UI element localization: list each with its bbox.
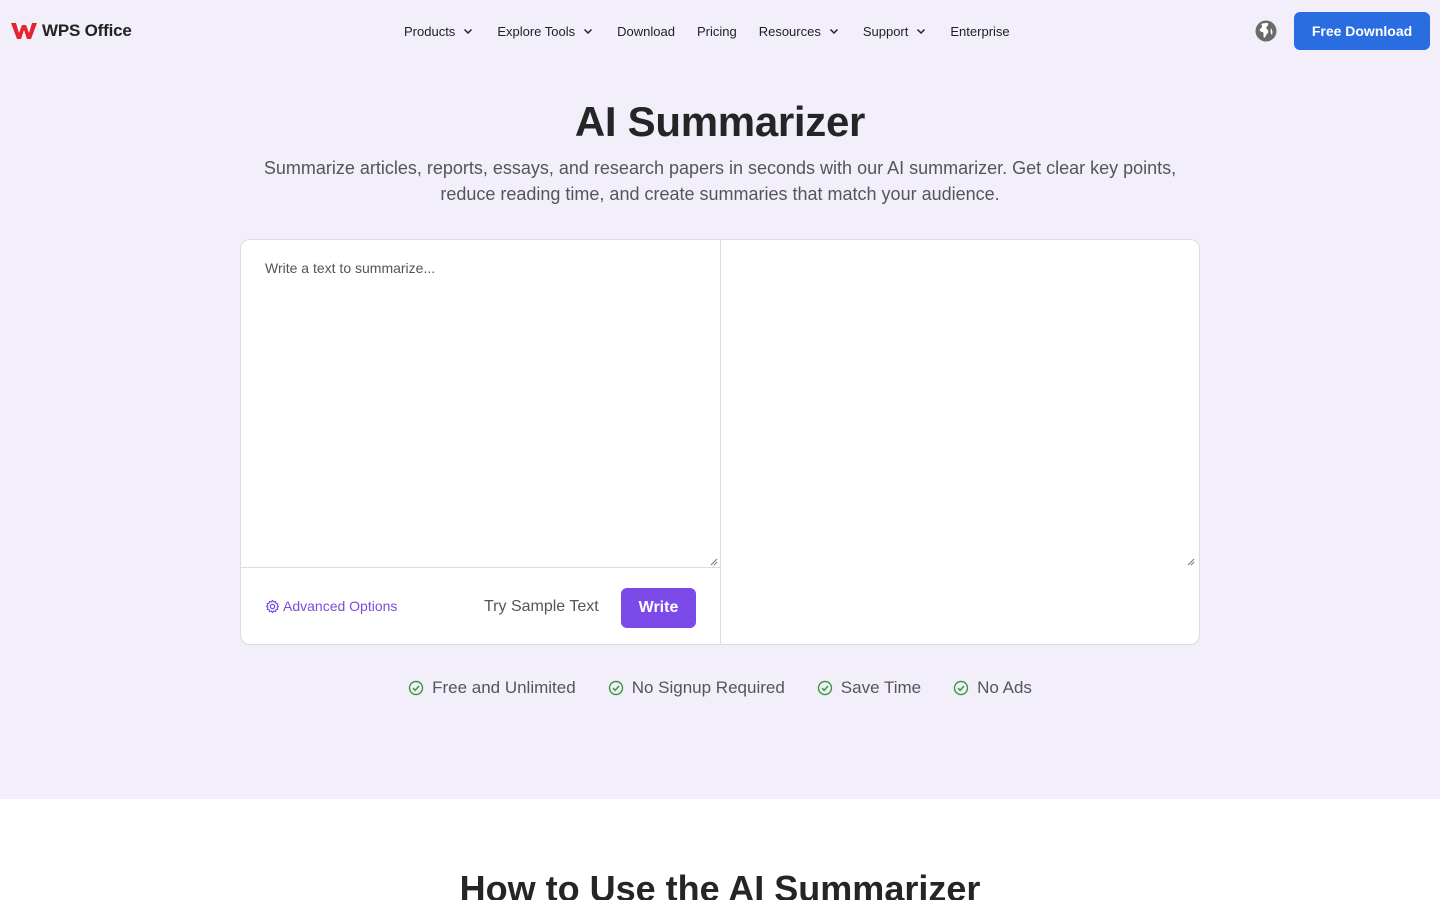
feature-label: No Signup Required xyxy=(631,678,785,697)
logo-text: WPS Office xyxy=(42,21,132,40)
advanced-options-label: Advanced Options xyxy=(283,598,398,614)
advanced-options-link[interactable]: Advanced Options xyxy=(265,598,397,614)
summary-output[interactable] xyxy=(721,240,1199,568)
feature-item: Save Time xyxy=(817,678,921,698)
feature-item: No Ads xyxy=(953,678,1032,698)
chevron-down-icon xyxy=(829,28,838,35)
feature-item: Free and Unlimited xyxy=(408,678,576,698)
nav-products[interactable]: Products xyxy=(404,24,474,39)
nav-download[interactable]: Download xyxy=(617,24,675,39)
nav-pricing[interactable]: Pricing xyxy=(697,24,737,39)
chevron-down-icon xyxy=(464,28,473,35)
nav-resources[interactable]: Resources xyxy=(759,24,840,39)
check-circle-icon xyxy=(408,680,424,696)
globe-icon[interactable] xyxy=(1254,19,1278,43)
wps-logo-icon xyxy=(11,23,37,39)
nav-label: Products xyxy=(404,23,456,39)
write-button[interactable]: Write xyxy=(621,588,696,628)
nav-enterprise[interactable]: Enterprise xyxy=(950,24,1009,39)
nav-support[interactable]: Support xyxy=(863,24,928,39)
gear-icon xyxy=(265,599,280,613)
how-to-section-title: How to Use the AI Summarizer xyxy=(459,868,981,900)
chevron-down-icon xyxy=(584,28,593,35)
main-nav: Products Explore Tools Download Pricing … xyxy=(404,20,1010,42)
check-circle-icon xyxy=(817,680,832,696)
feature-item: No Signup Required xyxy=(608,678,785,698)
feature-label: Free and Unlimited xyxy=(432,678,576,697)
nav-label: Download xyxy=(617,23,675,39)
feature-label: Save Time xyxy=(840,678,922,697)
top-navigation: WPS Office Products Explore Tools Downlo… xyxy=(0,0,1440,62)
summarizer-card: Advanced Options Try Sample Text Write xyxy=(240,239,1200,645)
nav-label: Explore Tools xyxy=(497,23,576,39)
free-download-button[interactable]: Free Download xyxy=(1294,12,1430,50)
check-circle-icon xyxy=(953,680,969,696)
nav-explore-tools[interactable]: Explore Tools xyxy=(497,24,594,39)
nav-label: Pricing xyxy=(696,23,737,39)
page-subtitle: Summarize articles, reports, essays, and… xyxy=(263,158,1177,204)
feature-list: Free and Unlimited No Signup Required Sa… xyxy=(0,678,1440,698)
chevron-down-icon xyxy=(917,28,926,35)
nav-label: Enterprise xyxy=(950,23,1010,39)
feature-label: No Ads xyxy=(977,678,1032,697)
resize-grip-icon[interactable] xyxy=(1187,558,1195,566)
input-pane: Advanced Options Try Sample Text Write xyxy=(241,240,721,644)
text-input[interactable] xyxy=(241,240,720,568)
wps-logo[interactable]: WPS Office xyxy=(10,20,132,42)
resize-grip-icon[interactable] xyxy=(710,558,718,566)
page-title: AI Summarizer xyxy=(574,98,866,145)
output-pane xyxy=(721,240,1199,644)
try-sample-text-button[interactable]: Try Sample Text xyxy=(484,598,599,616)
nav-label: Resources xyxy=(758,23,821,39)
check-circle-icon xyxy=(608,680,623,696)
nav-label: Support xyxy=(862,23,909,39)
